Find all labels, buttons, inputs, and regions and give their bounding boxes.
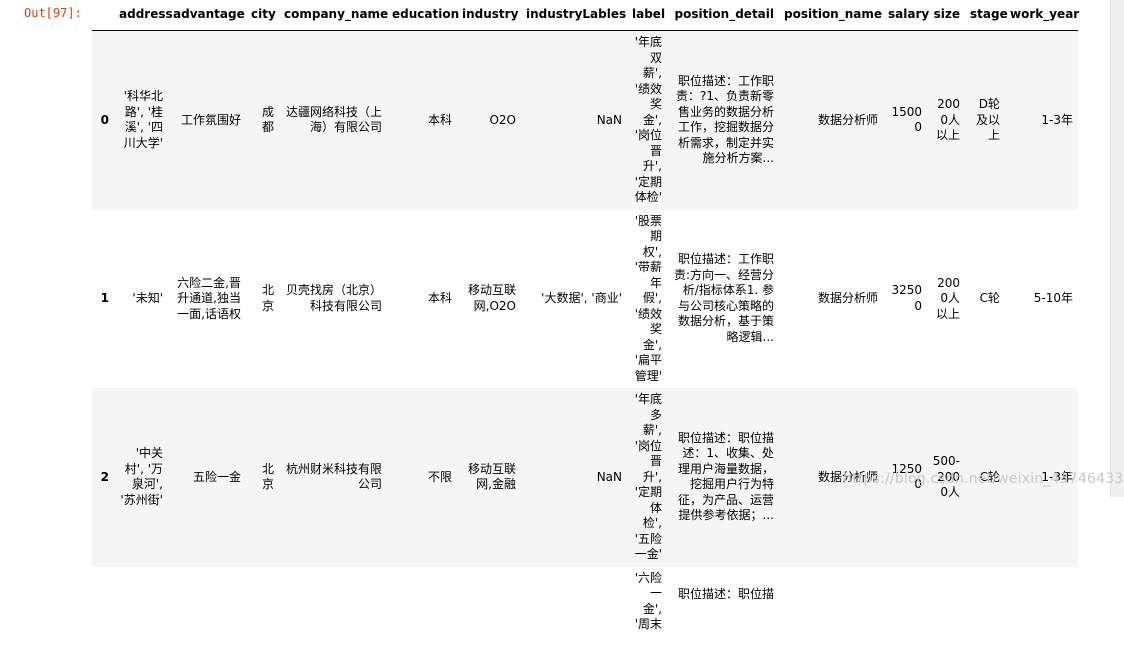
cell-position-name: 数据分析师 xyxy=(779,209,883,388)
watermark-text: https://blog.csdn.net/weixin_43746433 xyxy=(843,471,1124,487)
col-header-advantage: advantage xyxy=(168,0,246,31)
cell-education: 不限 xyxy=(387,388,457,567)
cell-city: 成都 xyxy=(246,30,279,210)
cell-position-name xyxy=(779,566,883,647)
cell-industry: O2O xyxy=(457,30,521,210)
cell-advantage: 五险一金 xyxy=(168,388,246,567)
cell-position-detail: 职位描述：职位描 xyxy=(667,566,779,647)
cell-stage: D轮及以上 xyxy=(965,30,1005,210)
col-header-stage: stage xyxy=(965,0,1008,31)
col-header-position-name: position_name xyxy=(779,0,883,31)
header-row: address advantage city company_name educ… xyxy=(92,0,1079,31)
table-row: 0 '科华北路', '桂溪', '四川大学' 工作氛围好 成都 达疆网络科技（上… xyxy=(92,30,1078,210)
cell-city xyxy=(246,566,279,647)
cell-address xyxy=(114,566,168,647)
cell-industry xyxy=(457,566,521,647)
cell-size: 2000人以上 xyxy=(927,30,965,210)
col-header-company-name: company_name xyxy=(279,0,388,31)
cell-city: 北京 xyxy=(246,209,279,388)
cell-address: '科华北路', '桂溪', '四川大学' xyxy=(114,30,168,210)
col-header-address: address xyxy=(114,0,173,31)
cell-label: '年底多薪', '岗位晋升', '定期体检', '五险一金' xyxy=(627,388,667,567)
index-header xyxy=(92,0,114,31)
cell-company-name: 杭州财米科技有限公司 xyxy=(279,388,387,567)
cell-label: '股票期权', '带薪年假', '绩效奖金', '扁平管理' xyxy=(627,209,667,388)
cell-work-year: 5-10年 xyxy=(1005,209,1078,388)
cell-advantage: 工作氛围好 xyxy=(168,30,246,210)
cell-position-detail: 职位描述：工作职责：?1、负责新零售业务的数据分析工作，挖掘数据分析需求，制定并… xyxy=(667,30,779,210)
table-body: 0 '科华北路', '桂溪', '四川大学' 工作氛围好 成都 达疆网络科技（上… xyxy=(92,30,1078,647)
cell-work-year xyxy=(1005,566,1078,647)
col-header-position-detail: position_detail xyxy=(667,0,779,31)
dataframe-output: address advantage city company_name educ… xyxy=(92,0,1079,647)
output-prompt: Out[97]: xyxy=(24,6,82,20)
cell-industry-lables: NaN xyxy=(521,388,627,567)
cell-industry-lables: '大数据', '商业' xyxy=(521,209,627,388)
cell-size: 2000人以上 xyxy=(927,209,965,388)
cell-label: '六险一金', '周末 xyxy=(627,566,667,647)
dataframe-table: address advantage city company_name educ… xyxy=(92,0,1079,647)
cell-address: '未知' xyxy=(114,209,168,388)
cell-education xyxy=(387,566,457,647)
col-header-salary: salary xyxy=(883,0,929,31)
cell-education: 本科 xyxy=(387,30,457,210)
col-header-industry: industry xyxy=(457,0,521,31)
cell-industry-lables xyxy=(521,566,627,647)
table-row: 1 '未知' 六险二金,晋升通道,独当一面,话语权 北京 贝壳找房（北京）科技有… xyxy=(92,209,1078,388)
cell-size xyxy=(927,566,965,647)
cell-work-year: 1-3年 xyxy=(1005,30,1078,210)
row-index: 1 xyxy=(92,209,114,388)
cell-advantage xyxy=(168,566,246,647)
row-index: 2 xyxy=(92,388,114,567)
cell-salary xyxy=(883,566,927,647)
col-header-industry-lables: industryLables xyxy=(521,0,627,31)
col-header-size: size xyxy=(927,0,965,31)
row-index: 0 xyxy=(92,30,114,210)
row-index xyxy=(92,566,114,647)
col-header-education: education xyxy=(387,0,459,31)
cell-label: '年底双薪', '绩效奖金', '岗位晋升', '定期体检' xyxy=(627,30,667,210)
cell-position-detail: 职位描述：工作职责:方向一、经营分析/指标体系1. 参与公司核心策略的数据分析，… xyxy=(667,209,779,388)
cell-education: 本科 xyxy=(387,209,457,388)
cell-position-name: 数据分析师 xyxy=(779,30,883,210)
table-row: '六险一金', '周末 职位描述：职位描 xyxy=(92,566,1078,647)
cell-industry: 移动互联网,金融 xyxy=(457,388,521,567)
cell-industry: 移动互联网,O2O xyxy=(457,209,521,388)
cell-position-detail: 职位描述：职位描述：1、收集、处理用户海量数据，挖掘用户行为特征，为产品、运营提… xyxy=(667,388,779,567)
cell-stage xyxy=(965,566,1005,647)
vertical-scrollbar[interactable] xyxy=(1110,0,1124,497)
table-header: address advantage city company_name educ… xyxy=(92,0,1079,31)
col-header-work-year: work_year xyxy=(1005,0,1079,31)
cell-stage: C轮 xyxy=(965,209,1005,388)
cell-salary: 15000 xyxy=(883,30,927,210)
cell-salary: 32500 xyxy=(883,209,927,388)
cell-address: '中关村', '万泉河', '苏州街' xyxy=(114,388,168,567)
col-header-label: label xyxy=(627,0,667,31)
cell-advantage: 六险二金,晋升通道,独当一面,话语权 xyxy=(168,209,246,388)
cell-company-name: 贝壳找房（北京）科技有限公司 xyxy=(279,209,387,388)
cell-company-name: 达疆网络科技（上海）有限公司 xyxy=(279,30,387,210)
col-header-city: city xyxy=(246,0,279,31)
cell-city: 北京 xyxy=(246,388,279,567)
cell-company-name xyxy=(279,566,387,647)
cell-industry-lables: NaN xyxy=(521,30,627,210)
